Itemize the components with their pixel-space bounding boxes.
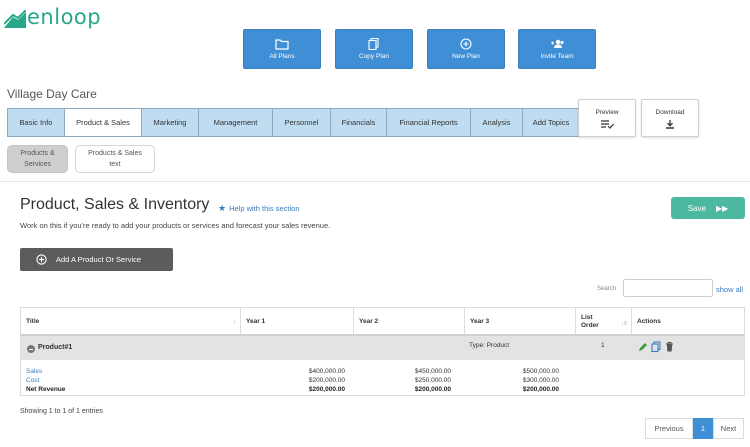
download-icon [666,120,674,129]
cost-year-3: $300,000.00 [522,377,559,384]
tab-management[interactable]: Management [198,108,272,137]
cost-link[interactable]: Cost [26,377,39,384]
entries-info: Showing 1 to 1 of 1 entries [20,408,103,415]
tab-add-topics[interactable]: Add Topics [522,108,580,137]
help-link[interactable]: ★ Help with this section [218,203,300,214]
net-revenue-year-3: $200,000.00 [522,386,559,393]
collapse-icon[interactable] [27,345,35,353]
tab-basic-info[interactable]: Basic Info [7,108,64,137]
invite-team-label: Invite Team [540,53,574,60]
column-actions-label: Actions [637,318,661,325]
show-all-link[interactable]: show all [716,285,743,294]
copy-plan-label: Copy Plan [359,53,389,60]
plus-circle-icon [460,38,472,50]
sales-year-1: $400,000.00 [308,368,345,375]
preview-label: Preview [595,109,619,116]
enloop-logo[interactable]: enloop [4,6,101,28]
add-product-label: Add A Product Or Service [56,255,142,264]
star-icon: ★ [218,203,227,213]
search-label: Search [597,286,617,292]
copy-icon[interactable] [651,341,661,353]
sales-year-2: $450,000.00 [414,368,451,375]
column-year-1-label: Year 1 [246,318,266,325]
section-tabs: Basic Info Product & Sales Marketing Man… [7,108,580,137]
column-list-order-label: List Order [581,314,599,330]
invite-team-button[interactable]: Invite Team [518,29,596,69]
product-list-order: 1 [601,342,605,349]
products-table: Title ↕ Year 1 Year 2 Year 3 List Order … [20,307,745,396]
preview-button[interactable]: Preview [578,99,636,137]
cost-year-1: $200,000.00 [308,377,345,384]
column-list-order[interactable]: List Order ↓≡ [576,308,632,335]
team-icon [551,39,564,48]
tab-product-sales[interactable]: Product & Sales [64,108,141,137]
edit-icon[interactable] [637,341,647,353]
net-revenue-label: Net Revenue [26,386,66,393]
tab-financial-reports[interactable]: Financial Reports [386,108,470,137]
sort-icon: ↕ [233,320,236,326]
plus-circle-icon [36,254,47,265]
all-plans-button[interactable]: All Plans [243,29,321,69]
section-divider [0,181,750,182]
column-year-3: Year 3 [465,308,576,335]
next-page-button[interactable]: Next [713,418,744,439]
product-detail: Sales $400,000.00 $450,000.00 $500,000.0… [20,360,745,396]
subtab-products-sales-line1: Products & Sales [88,150,142,157]
copy-icon [368,38,379,50]
subtab-products-services-line1: Products & [20,150,55,157]
sales-link[interactable]: Sales [26,368,42,375]
folder-icon [275,39,289,50]
plan-title: Village Day Care [7,87,97,101]
save-label: Save [687,203,706,213]
tab-analysis[interactable]: Analysis [470,108,522,137]
column-year-1: Year 1 [241,308,354,335]
previous-page-button[interactable]: Previous [645,418,693,439]
sort-numeric-icon: ↓≡ [620,321,627,327]
new-plan-label: New Plan [452,53,480,60]
cost-year-2: $250,000.00 [414,377,451,384]
trash-icon[interactable] [665,341,674,353]
list-check-icon [601,120,614,129]
tab-financials[interactable]: Financials [330,108,386,137]
help-link-text: Help with this section [229,204,300,213]
product-type: Type: Product [469,342,510,349]
column-title-label: Title [26,318,40,325]
product-name: Product#1 [38,344,73,351]
column-year-2: Year 2 [354,308,465,335]
download-label: Download [655,109,685,116]
net-revenue-year-1: $200,000.00 [308,386,345,393]
download-button[interactable]: Download [641,99,699,137]
tab-marketing[interactable]: Marketing [141,108,198,137]
sales-year-3: $500,000.00 [522,368,559,375]
net-revenue-year-2: $200,000.00 [414,386,451,393]
subtab-products-services[interactable]: Products & Services [7,145,68,173]
copy-plan-button[interactable]: Copy Plan [335,29,413,69]
subtab-products-services-line2: Services [24,161,51,168]
search-input[interactable] [623,279,713,297]
column-year-2-label: Year 2 [359,318,379,325]
section-intro: Work on this if you're ready to add your… [20,221,331,230]
column-year-3-label: Year 3 [470,318,490,325]
section-title: Product, Sales & Inventory [20,196,210,213]
new-plan-button[interactable]: New Plan [427,29,505,69]
tab-personnel[interactable]: Personnel [272,108,330,137]
subtab-products-sales-text[interactable]: Products & Sales text [75,145,155,173]
subtab-products-sales-line2: text [109,161,121,168]
save-button[interactable]: Save ▶▶ [671,197,745,219]
column-title[interactable]: Title ↕ [21,308,241,335]
logo-text: enloop [27,5,102,29]
logo-chart-icon [4,10,26,28]
pagination: Previous 1 Next [645,418,744,439]
add-product-button[interactable]: Add A Product Or Service [20,248,173,271]
column-actions: Actions [632,308,744,335]
page-1-button[interactable]: 1 [693,418,713,439]
fast-forward-icon: ▶▶ [715,203,729,213]
table-row[interactable]: Product#1 Type: Product 1 [20,336,745,360]
column-list-label: List [581,313,593,321]
column-order-label: Order [581,321,599,329]
table-header: Title ↕ Year 1 Year 2 Year 3 List Order … [20,307,745,336]
all-plans-label: All Plans [269,53,295,60]
